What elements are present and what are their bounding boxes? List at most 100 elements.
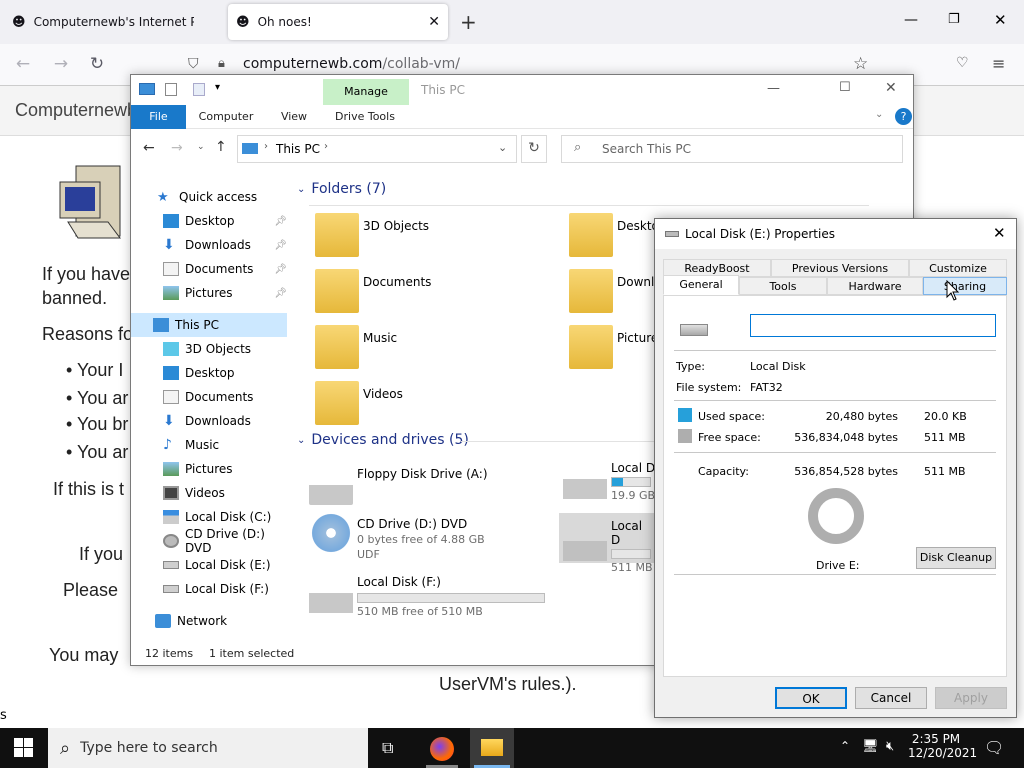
tab-view[interactable]: View <box>271 105 317 129</box>
explorer-taskbar-button[interactable] <box>470 728 514 768</box>
show-hidden-icons[interactable]: ⌃ <box>840 739 850 753</box>
tab-drive-tools[interactable]: Drive Tools <box>327 105 403 129</box>
tab-sharing[interactable]: Sharing <box>923 277 1007 295</box>
sidebar-item-quick-access[interactable]: ★ Quick access <box>131 185 287 209</box>
manage-contextual-tab[interactable]: Manage <box>323 79 409 105</box>
forward-icon[interactable]: → <box>171 140 183 156</box>
expand-ribbon-icon[interactable]: ⌄ <box>875 109 883 120</box>
back-icon[interactable]: ← <box>143 140 155 156</box>
network-icon[interactable]: 🖥︎ <box>862 739 879 754</box>
lock-icon[interactable]: 🔒︎ <box>218 56 225 71</box>
close-window-icon[interactable]: ✕ <box>994 11 1007 29</box>
sidebar-item-this-pc[interactable]: This PC <box>131 313 287 337</box>
cancel-button[interactable]: Cancel <box>855 687 927 709</box>
back-icon[interactable]: ← <box>12 54 34 76</box>
tab-hardware[interactable]: Hardware <box>827 277 923 295</box>
sidebar-item-music[interactable]: ♪ Music <box>131 433 287 457</box>
bookmark-star-icon[interactable]: ☆ <box>853 54 868 74</box>
search-input[interactable]: Search This PC <box>602 142 691 156</box>
firefox-taskbar-icon[interactable] <box>430 737 454 761</box>
address-dropdown-icon[interactable]: ⌄ <box>498 141 507 154</box>
folder-3d-objects[interactable]: 3D Objects <box>315 213 429 257</box>
folder-desktop[interactable]: Desktop <box>569 213 667 257</box>
notifications-icon[interactable]: 🗨︎ <box>984 738 1004 757</box>
clock[interactable]: 2:35 PM 12/20/2021 <box>908 732 977 760</box>
minimize-icon[interactable]: — <box>767 81 780 96</box>
close-icon[interactable]: ✕ <box>885 80 897 96</box>
drive-local-e[interactable]: Local D 511 MB <box>559 513 659 574</box>
minimize-icon[interactable]: — <box>904 12 918 28</box>
new-tab-icon[interactable]: + <box>460 10 477 34</box>
drive-cd-d[interactable]: CD Drive (D:) DVD 0 bytes free of 4.88 GB… <box>309 511 485 561</box>
pocket-icon[interactable]: ♡ <box>956 55 969 71</box>
tab-tools[interactable]: Tools <box>739 277 827 295</box>
task-view-icon[interactable]: ⧉ <box>382 738 393 758</box>
tab-file[interactable]: File <box>131 105 186 129</box>
restore-icon[interactable]: ❐ <box>948 12 960 27</box>
refresh-icon[interactable]: ↻ <box>521 135 547 163</box>
tab-customize[interactable]: Customize <box>909 259 1007 277</box>
new-folder-icon[interactable] <box>193 83 205 96</box>
browser-tab-oh-noes[interactable]: ☻ Oh noes! ✕ <box>228 4 448 40</box>
sidebar-item-downloads[interactable]: ⬇ Downloads <box>131 409 287 433</box>
sidebar-item-network[interactable]: Network <box>131 609 287 633</box>
capacity-human: 511 MB <box>924 465 966 478</box>
sidebar-item-pictures[interactable]: Pictures <box>131 457 287 481</box>
maximize-icon[interactable]: ☐ <box>839 80 851 95</box>
reload-icon[interactable]: ↻ <box>86 54 108 76</box>
sidebar-item-local-disk-c[interactable]: Local Disk (C:) <box>131 505 287 529</box>
drive-floppy-a[interactable]: Floppy Disk Drive (A:) <box>309 461 488 505</box>
folder-documents[interactable]: Documents <box>315 269 431 313</box>
search-box[interactable]: ⌕ Search This PC <box>561 135 903 163</box>
shield-icon[interactable]: ⛉ <box>188 56 199 72</box>
ok-button[interactable]: OK <box>775 687 847 709</box>
folder-videos[interactable]: Videos <box>315 381 403 425</box>
pin-icon[interactable]: 📌︎ <box>274 264 287 275</box>
sidebar-item-cd-drive-d[interactable]: CD Drive (D:) DVD <box>131 527 287 555</box>
devices-section-header[interactable]: ⌄ Devices and drives (5) <box>297 432 469 448</box>
close-tab-icon[interactable]: ✕ <box>428 14 440 30</box>
folder-downloads[interactable]: Downlo <box>569 269 662 313</box>
drive-local-c[interactable]: Local D 19.9 GB <box>563 455 655 502</box>
sidebar-item-documents[interactable]: Documents <box>131 385 287 409</box>
close-icon[interactable]: ✕ <box>993 224 1006 242</box>
sidebar-item-downloads[interactable]: ⬇ Downloads 📌︎ <box>131 233 287 257</box>
taskbar-search-input[interactable]: Type here to search <box>80 740 218 756</box>
drive-local-f[interactable]: Local Disk (F:) 510 MB free of 510 MB <box>309 569 545 618</box>
help-icon[interactable]: ? <box>895 108 912 125</box>
disk-cleanup-button[interactable]: Disk Cleanup <box>916 547 996 569</box>
volume-muted-icon[interactable]: 🔇︎ <box>886 739 894 754</box>
folders-section-header[interactable]: ⌄ Folders (7) <box>297 181 386 197</box>
taskbar-search-box[interactable]: ⌕ Type here to search <box>48 728 368 768</box>
folder-pictures[interactable]: Pictures <box>569 325 665 369</box>
drive-label-input[interactable] <box>750 314 996 337</box>
sidebar-item-local-disk-f[interactable]: Local Disk (F:) <box>131 577 287 601</box>
sidebar-item-local-disk-e[interactable]: Local Disk (E:) <box>131 553 287 577</box>
breadcrumb[interactable]: This PC <box>276 142 320 156</box>
recent-locations-icon[interactable]: ⌄ <box>197 142 205 152</box>
address-bar[interactable]: › This PC › ⌄ <box>237 135 517 163</box>
sidebar-item-documents[interactable]: Documents 📌︎ <box>131 257 287 281</box>
sidebar-item-pictures[interactable]: Pictures 📌︎ <box>131 281 287 305</box>
windows-start-icon[interactable] <box>14 738 34 758</box>
section-divider <box>309 205 869 206</box>
sidebar-item-desktop[interactable]: Desktop <box>131 361 287 385</box>
sidebar-item-desktop[interactable]: Desktop 📌︎ <box>131 209 287 233</box>
tab-computer[interactable]: Computer <box>193 105 259 129</box>
url-bar[interactable]: computernewb.com/collab-vm/ <box>243 56 460 72</box>
sidebar-item-3d-objects[interactable]: 3D Objects <box>131 337 287 361</box>
menu-icon[interactable]: ≡ <box>992 54 1005 73</box>
tab-previous-versions[interactable]: Previous Versions <box>771 259 909 277</box>
apply-button[interactable]: Apply <box>935 687 1007 709</box>
properties-icon[interactable] <box>165 83 177 96</box>
up-icon[interactable]: ↑ <box>215 139 227 155</box>
tab-general[interactable]: General <box>663 275 739 295</box>
forward-icon[interactable]: → <box>50 54 72 76</box>
folder-music[interactable]: Music <box>315 325 397 369</box>
pin-icon[interactable]: 📌︎ <box>274 240 287 251</box>
pin-icon[interactable]: 📌︎ <box>274 216 287 227</box>
browser-tab-pub[interactable]: ☻ Computernewb's Internet Pub <box>4 4 224 40</box>
pin-icon[interactable]: 📌︎ <box>274 288 287 299</box>
quick-access-toolbar-dropdown-icon[interactable]: ▾ <box>215 82 220 93</box>
sidebar-item-videos[interactable]: Videos <box>131 481 287 505</box>
